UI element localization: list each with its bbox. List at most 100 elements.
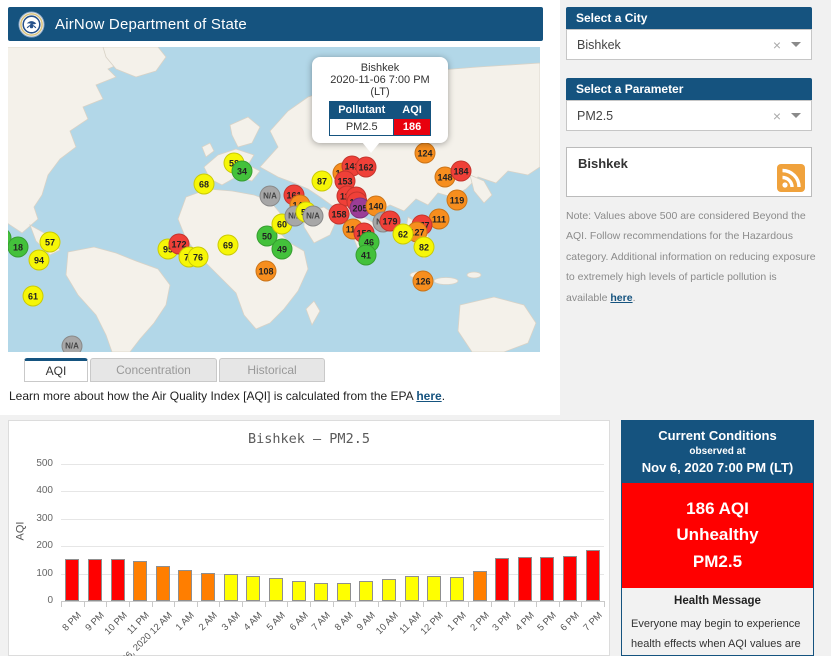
aqi-marker[interactable]: 41: [355, 244, 377, 266]
dos-seal-icon: [18, 10, 45, 38]
note-here-link[interactable]: here: [610, 292, 632, 304]
aqi-marker[interactable]: N/A: [259, 185, 281, 207]
chart-bar[interactable]: [110, 559, 125, 601]
chart-bar[interactable]: [201, 572, 216, 601]
aqi-marker[interactable]: 62: [392, 223, 414, 245]
epa-link[interactable]: here: [416, 389, 441, 403]
popup-pollutant-value: PM2.5: [329, 118, 395, 136]
city-clear-icon[interactable]: ×: [773, 37, 781, 53]
view-tabs: AQI Concentration Historical: [24, 358, 327, 382]
current-conditions-title: Current Conditions: [658, 428, 777, 443]
chart-x-tick: [355, 601, 357, 607]
aqi-marker[interactable]: 61: [22, 285, 44, 307]
aqi-marker[interactable]: 18: [8, 236, 29, 258]
chart-bar[interactable]: [517, 557, 532, 601]
chart-bar[interactable]: [382, 578, 397, 601]
note-text: Note: Values above 500 are considered Be…: [566, 210, 816, 304]
chart-bar[interactable]: [65, 559, 80, 601]
chart-bar[interactable]: [314, 583, 329, 601]
popup-table: Pollutant AQI PM2.5 186: [329, 101, 431, 136]
chart-gridline: [61, 518, 604, 520]
aqi-marker[interactable]: 68: [193, 173, 215, 195]
learn-more-before: Learn more about how the Air Quality Ind…: [9, 389, 417, 403]
select-city-header: Select a City: [566, 7, 812, 29]
city-select-value: Bishkek: [577, 37, 621, 52]
chart-bar[interactable]: [178, 569, 193, 601]
rss-icon[interactable]: [777, 164, 805, 192]
health-message-title: Health Message: [674, 595, 761, 608]
tab-historical[interactable]: Historical: [219, 358, 325, 382]
chart-bar[interactable]: [472, 570, 487, 601]
chart-bar[interactable]: [427, 576, 442, 601]
chart-bar[interactable]: [246, 576, 261, 601]
aqi-marker[interactable]: 76: [187, 246, 209, 268]
aqi-chart-panel: Bishkek – PM2.5 AQI 0 100 200 300 400 500 8 PM…: [8, 420, 610, 656]
chart-bar[interactable]: [155, 565, 170, 601]
aqi-marker[interactable]: 108: [255, 260, 277, 282]
chart-x-tick: [581, 601, 583, 607]
chart-bar[interactable]: [223, 573, 238, 601]
aqi-marker[interactable]: 82: [413, 236, 435, 258]
chart-bar[interactable]: [404, 576, 419, 601]
chart-x-tick: [400, 601, 402, 607]
popup-aqi-value: 186: [393, 118, 431, 136]
aqi-marker[interactable]: 126: [412, 270, 434, 292]
aqi-marker[interactable]: 94: [28, 249, 50, 271]
chart-bar[interactable]: [133, 560, 148, 601]
aqi-marker[interactable]: 34: [231, 160, 253, 182]
tab-aqi[interactable]: AQI: [24, 358, 88, 382]
map-popup: Bishkek 2020-11-06 7:00 PM (LT) Pollutan…: [312, 57, 448, 153]
chart-bar[interactable]: [268, 577, 283, 601]
observed-at-label: observed at: [689, 446, 746, 457]
chart-bar[interactable]: [359, 580, 374, 601]
city-feed-box: Bishkek: [566, 147, 812, 197]
chart-gridline: [61, 464, 604, 465]
learn-more-after: .: [441, 389, 446, 403]
chart-bar[interactable]: [336, 583, 351, 601]
observed-at-value: Nov 6, 2020 7:00 PM (LT): [641, 460, 794, 475]
chart-bar[interactable]: [563, 555, 578, 601]
aqi-marker[interactable]: 49: [271, 238, 293, 260]
city-select[interactable]: Bishkek ×: [566, 29, 812, 60]
health-message-section: Health Message Everyone may begin to exp…: [622, 588, 813, 656]
beyond-aqi-note: Note: Values above 500 are considered Be…: [566, 206, 820, 308]
aqi-marker[interactable]: 69: [217, 234, 239, 256]
chart-x-tick: [151, 601, 153, 607]
popup-city: Bishkek: [360, 62, 400, 74]
tab-concentration[interactable]: Concentration: [90, 358, 217, 382]
parameter-clear-icon[interactable]: ×: [773, 108, 781, 124]
chart-x-tick: [536, 601, 538, 607]
chart-bar[interactable]: [449, 577, 464, 601]
chart-x-tick: [61, 601, 62, 607]
chart-x-tick: [445, 601, 447, 607]
popup-tail: [362, 142, 380, 153]
chart-y-tick-label: 200: [36, 540, 53, 552]
chart-x-tick: [468, 601, 470, 607]
parameter-select[interactable]: PM2.5 ×: [566, 100, 812, 131]
chart-bar[interactable]: [87, 558, 102, 601]
aqi-marker[interactable]: N/A: [61, 335, 83, 352]
city-caret-icon[interactable]: [791, 42, 801, 47]
chart-x-tick: [196, 601, 198, 607]
aqi-marker[interactable]: 87: [311, 170, 333, 192]
chart-bar[interactable]: [495, 557, 510, 601]
parameter-caret-icon[interactable]: [791, 113, 801, 118]
aqi-marker[interactable]: 162: [355, 156, 377, 178]
chart-x-tick: [604, 601, 605, 607]
aqi-marker[interactable]: 119: [446, 189, 468, 211]
world-aqi-map[interactable]: 518579461N/A68583495172777669108504960N/…: [8, 47, 540, 352]
note-period: .: [632, 291, 636, 304]
aqi-marker[interactable]: N/A: [302, 205, 324, 227]
aqi-marker[interactable]: 124: [414, 142, 436, 164]
chart-y-tick-label: 300: [36, 512, 53, 524]
aqi-marker[interactable]: 184: [450, 160, 472, 182]
select-parameter-header: Select a Parameter: [566, 78, 812, 100]
popup-datetime: 2020-11-06 7:00 PM: [330, 74, 430, 86]
chart-x-tick: [174, 601, 176, 607]
chart-bar[interactable]: [540, 557, 555, 601]
aqi-status-block: 186 AQI Unhealthy PM2.5: [622, 483, 813, 589]
popup-col-pollutant: Pollutant: [329, 101, 395, 119]
chart-gridline: [61, 491, 604, 493]
chart-bar[interactable]: [585, 550, 600, 601]
chart-bar[interactable]: [291, 580, 306, 601]
